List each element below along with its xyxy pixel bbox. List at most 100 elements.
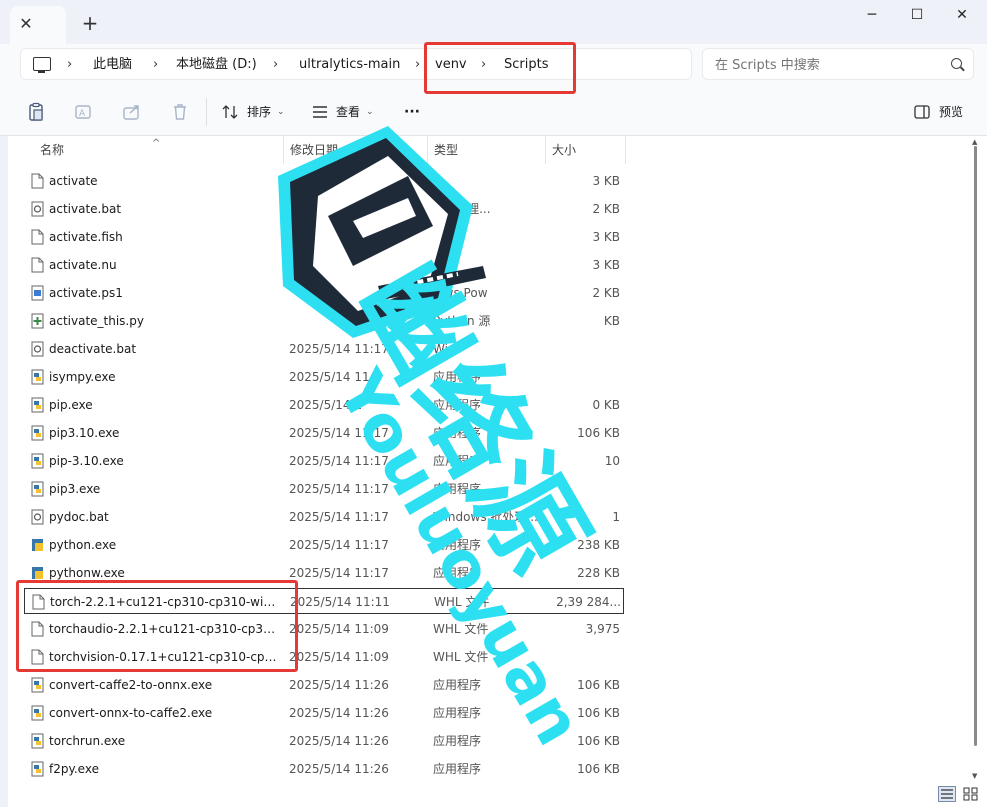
breadcrumb-separator[interactable]: › <box>415 49 420 81</box>
column-name[interactable]: 名称 ^ <box>34 136 284 164</box>
title-bar: ✕ + ─ ☐ ✕ <box>0 0 987 44</box>
column-header: 名称 ^ 修改日期 类型 大小 <box>8 136 987 164</box>
file-size <box>544 644 620 670</box>
file-row[interactable]: torchrun.exe 2025/5/14 11:26 应用程序 106 KB <box>24 728 624 754</box>
file-row[interactable]: pythonw.exe 2025/5/14 11:17 应用程序 228 KB <box>24 560 624 586</box>
file-row[interactable]: activate 3 KB <box>24 168 624 194</box>
file-row[interactable]: isympy.exe 2025/5/14 11:2 应用程序 <box>24 364 624 390</box>
file-row[interactable]: pip3.10.exe 2025/5/14 11:17 应用程序 106 KB <box>24 420 624 446</box>
share-icon[interactable] <box>122 102 142 122</box>
tiles-view-icon[interactable] <box>962 786 980 802</box>
column-date[interactable]: 修改日期 <box>284 136 428 164</box>
minimize-icon[interactable]: ─ <box>857 4 887 28</box>
file-name: torchrun.exe <box>49 734 126 748</box>
view-mode-switcher <box>936 784 984 804</box>
file-row[interactable]: torch-2.2.1+cu121-cp310-cp310-win_... 202… <box>24 588 624 614</box>
file-name: python.exe <box>49 538 117 552</box>
file-date <box>289 224 429 250</box>
file-type: 应用程序 <box>433 454 482 468</box>
breadcrumb-venv[interactable]: venv <box>435 49 467 81</box>
file-size: 106 KB <box>577 426 620 440</box>
search-box[interactable] <box>702 48 974 80</box>
file-row[interactable]: torchvision-0.17.1+cu121-cp310-cp3... 202… <box>24 644 624 670</box>
file-row[interactable]: pip-3.10.exe 2025/5/14 11:17 应用程序 10 <box>24 448 624 474</box>
search-icon[interactable] <box>951 58 962 69</box>
column-size[interactable]: 大小 <box>546 136 626 164</box>
file-name: activate.fish <box>49 230 123 244</box>
file-row[interactable]: activate.ps1 lows Pow 2 KB <box>24 280 624 306</box>
preview-pane-button[interactable]: 预览 <box>914 100 970 124</box>
python-exe-icon <box>31 761 44 777</box>
file-row[interactable]: deactivate.bat 2025/5/14 11:17 Win <box>24 336 624 362</box>
file-row[interactable]: torchaudio-2.2.1+cu121-cp310-cp31... 2025… <box>24 616 624 642</box>
column-date-label: 修改日期 <box>290 143 339 157</box>
file-name: convert-caffe2-to-onnx.exe <box>49 678 213 692</box>
breadcrumb-separator[interactable]: › <box>481 49 486 81</box>
file-size <box>544 364 620 390</box>
python-exe-icon <box>31 733 44 749</box>
paste-icon[interactable] <box>26 102 46 122</box>
close-tab-icon[interactable]: ✕ <box>16 14 36 34</box>
file-date: 2025/5/14 1 <box>289 398 362 412</box>
breadcrumb-separator[interactable]: › <box>153 49 158 81</box>
file-row[interactable]: pip.exe 2025/5/14 1 应用程序 0 KB <box>24 392 624 418</box>
file-size: 106 KB <box>577 678 620 692</box>
file-row[interactable]: activate.nu 3 KB <box>24 252 624 278</box>
file-icon <box>31 621 44 637</box>
file-type: s 批处理... <box>433 202 491 216</box>
file-row[interactable]: f2py.exe 2025/5/14 11:26 应用程序 106 KB <box>24 756 624 782</box>
file-row[interactable]: convert-onnx-to-caffe2.exe 2025/5/14 11:2… <box>24 700 624 726</box>
python-exe-icon <box>31 425 44 441</box>
file-name: pythonw.exe <box>49 566 125 580</box>
file-name: activate.nu <box>49 258 117 272</box>
sort-button[interactable]: 排序 ⌄ <box>222 100 288 124</box>
breadcrumb-ultralytics-main[interactable]: ultralytics-main <box>299 49 400 81</box>
scroll-up-icon[interactable]: ▲ <box>972 138 977 146</box>
file-type: 应用程序 <box>433 566 482 580</box>
file-size: 2,39 284... <box>556 595 621 609</box>
file-type: 应用程序 <box>433 426 482 440</box>
active-tab[interactable]: ✕ <box>10 6 66 44</box>
file-row[interactable]: activate_this.py Python 源 KB <box>24 308 624 334</box>
details-view-icon[interactable] <box>938 786 956 802</box>
breadcrumb-this-pc[interactable]: 此电脑 <box>93 49 132 81</box>
close-window-icon[interactable]: ✕ <box>947 4 977 28</box>
file-row[interactable]: pip3.exe 2025/5/14 11:17 应用程序 <box>24 476 624 502</box>
breadcrumb-scripts[interactable]: Scripts <box>504 49 548 81</box>
file-row[interactable]: activate.fish 3 KB <box>24 224 624 250</box>
more-options-button[interactable]: ··· <box>404 100 420 124</box>
file-size: 3 KB <box>592 258 620 272</box>
view-button[interactable]: 查看 ⌄ <box>312 100 384 124</box>
breadcrumb-separator[interactable]: › <box>273 49 278 81</box>
search-input[interactable] <box>715 55 935 75</box>
file-row[interactable]: activate.bat s 批处理... 2 KB <box>24 196 624 222</box>
scroll-down-icon[interactable]: ▼ <box>972 772 977 780</box>
breadcrumb-local-disk[interactable]: 本地磁盘 (D:) <box>176 49 257 81</box>
file-row[interactable]: convert-caffe2-to-onnx.exe 2025/5/14 11:2… <box>24 672 624 698</box>
file-date <box>289 196 429 222</box>
vertical-scrollbar[interactable]: ▲ ▼ <box>969 136 983 786</box>
address-bar[interactable]: › 此电脑 › 本地磁盘 (D:) › ultralytics-main › v… <box>20 48 692 80</box>
delete-icon[interactable] <box>170 102 190 122</box>
rename-icon[interactable]: A <box>74 102 94 122</box>
file-size: 238 KB <box>577 538 620 552</box>
column-size-label: 大小 <box>552 143 577 157</box>
file-icon <box>31 649 44 665</box>
file-row[interactable]: python.exe 2025/5/14 11:17 应用程序 238 KB <box>24 532 624 558</box>
file-type <box>433 252 543 278</box>
scroll-thumb[interactable] <box>974 146 977 746</box>
file-date: 2025/5/14 11:09 <box>289 622 389 636</box>
file-size: 228 KB <box>577 566 620 580</box>
file-row[interactable]: pydoc.bat 2025/5/14 11:17 Windows 批处理... 1 <box>24 504 624 530</box>
maximize-icon[interactable]: ☐ <box>902 4 932 28</box>
new-tab-button[interactable]: + <box>78 12 102 36</box>
file-name: pip-3.10.exe <box>49 454 124 468</box>
column-type[interactable]: 类型 <box>428 136 546 164</box>
batch-file-icon <box>31 509 44 525</box>
file-date: 2025/5/14 11:17 <box>289 454 389 468</box>
breadcrumb-separator[interactable]: › <box>67 49 72 81</box>
file-size: 3 KB <box>592 174 620 188</box>
file-name: activate_this.py <box>49 314 144 328</box>
computer-icon[interactable] <box>33 57 51 73</box>
python-exe-icon <box>31 397 44 413</box>
